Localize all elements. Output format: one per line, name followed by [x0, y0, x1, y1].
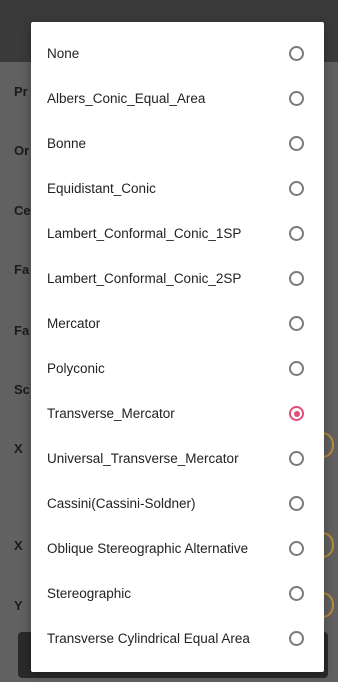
projection-option-label: Transverse_Mercator	[47, 406, 175, 421]
projection-option-label: Bonne	[47, 136, 87, 151]
radio-button[interactable]	[289, 361, 304, 376]
radio-button[interactable]	[289, 136, 304, 151]
radio-button[interactable]	[289, 586, 304, 601]
background-label: Or	[14, 143, 30, 158]
background-label: X	[14, 441, 23, 456]
radio-button[interactable]	[289, 541, 304, 556]
projection-option[interactable]: None	[31, 31, 324, 76]
projection-option-label: Equidistant_Conic	[47, 181, 156, 196]
projection-option-label: None	[47, 46, 80, 61]
projection-option[interactable]: Equidistant_Conic	[31, 166, 324, 211]
projection-option-label: Transverse Cylindrical Equal Area	[47, 631, 250, 646]
projection-option[interactable]: Albers_Conic_Equal_Area	[31, 76, 324, 121]
projection-option[interactable]: Transverse Cylindrical Equal Area	[31, 616, 324, 661]
projection-option[interactable]: Bonne	[31, 121, 324, 166]
projection-option[interactable]: Polyconic	[31, 346, 324, 391]
background-label: Y	[14, 598, 23, 613]
projection-option[interactable]: Universal_Transverse_Mercator	[31, 436, 324, 481]
projection-option-label: Lambert_Conformal_Conic_1SP	[47, 226, 242, 241]
radio-button[interactable]	[289, 181, 304, 196]
projection-option-selected[interactable]: Transverse_Mercator	[31, 391, 324, 436]
projection-option-label: Stereographic	[47, 586, 132, 601]
projection-selection-dialog: None Albers_Conic_Equal_Area Bonne Equid…	[31, 22, 324, 672]
background-label: X	[14, 538, 23, 553]
radio-button[interactable]	[289, 496, 304, 511]
projection-option-label: Universal_Transverse_Mercator	[47, 451, 239, 466]
projection-option-label: Mercator	[47, 316, 101, 331]
projection-option-label: Cassini(Cassini-Soldner)	[47, 496, 196, 511]
radio-button[interactable]	[289, 631, 304, 646]
projection-option[interactable]: Lambert_Conformal_Conic_1SP	[31, 211, 324, 256]
radio-button[interactable]	[289, 91, 304, 106]
projection-option-label: Polyconic	[47, 361, 105, 376]
radio-button[interactable]	[289, 226, 304, 241]
projection-option[interactable]: Cassini(Cassini-Soldner)	[31, 481, 324, 526]
background-label: Fa	[14, 323, 30, 338]
radio-button[interactable]	[289, 451, 304, 466]
projection-option[interactable]: Stereographic	[31, 571, 324, 616]
background-label: Ce	[14, 203, 31, 218]
projection-option-label: Albers_Conic_Equal_Area	[47, 91, 206, 106]
background-label: Sc	[14, 382, 30, 397]
radio-button[interactable]	[289, 271, 304, 286]
radio-button[interactable]	[289, 46, 304, 61]
background-label: Pr	[14, 84, 28, 99]
radio-button[interactable]	[289, 316, 304, 331]
projection-option-label: Oblique Stereographic Alternative	[47, 541, 249, 556]
projection-option[interactable]: Oblique Stereographic Alternative	[31, 526, 324, 571]
projection-option-label: Lambert_Conformal_Conic_2SP	[47, 271, 242, 286]
background-label: Fa	[14, 262, 30, 277]
projection-option[interactable]: Lambert_Conformal_Conic_2SP	[31, 256, 324, 301]
radio-button-selected[interactable]	[289, 406, 304, 421]
projection-option[interactable]: Mercator	[31, 301, 324, 346]
